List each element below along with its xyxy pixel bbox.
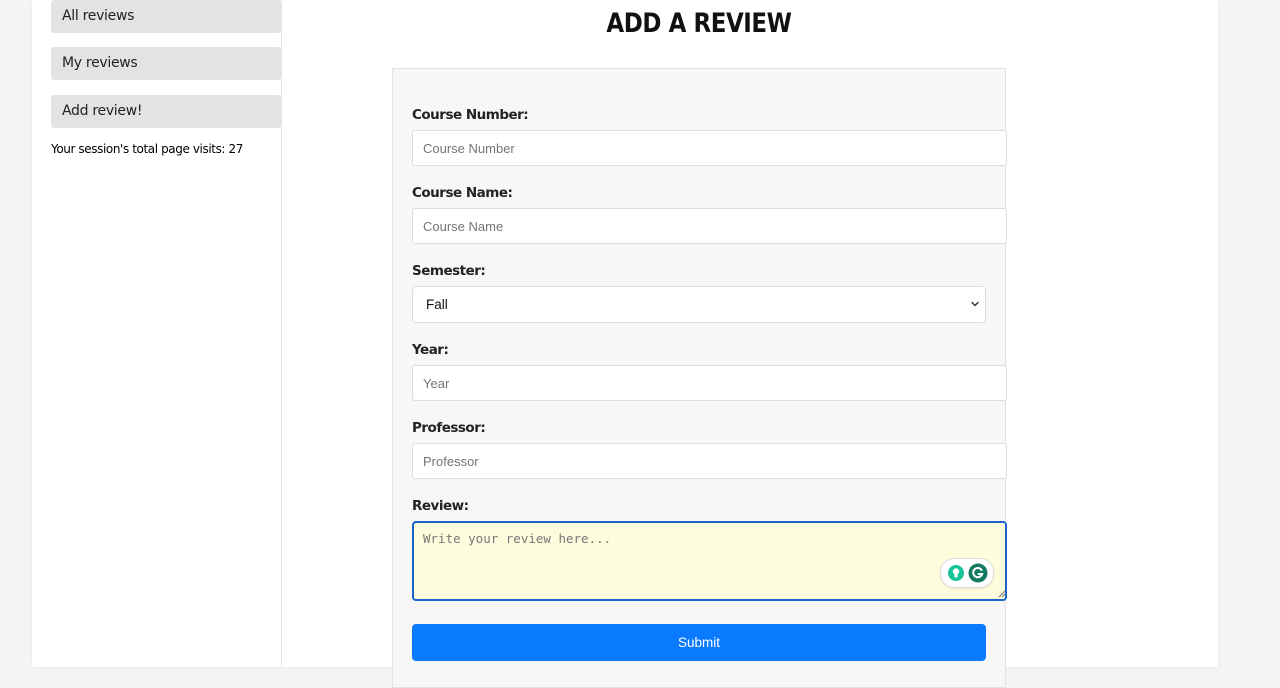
chevron-down-icon (971, 301, 979, 307)
page-title: ADD A REVIEW (606, 8, 792, 39)
year-label: Year: (412, 342, 449, 358)
year-input[interactable] (412, 365, 1007, 401)
review-label: Review: (412, 498, 469, 514)
grammarly-icon[interactable] (968, 563, 988, 583)
course-name-label: Course Name: (412, 185, 513, 201)
submit-button[interactable]: Submit (412, 624, 986, 661)
semester-label: Semester: (412, 263, 486, 279)
course-number-label: Course Number: (412, 107, 529, 123)
semester-select[interactable]: Fall (412, 286, 986, 323)
resize-handle-icon[interactable] (998, 590, 1006, 598)
professor-label: Professor: (412, 420, 486, 436)
semester-selected-value: Fall (426, 297, 448, 312)
sidebar-item-my-reviews[interactable]: My reviews (51, 47, 281, 80)
professor-input[interactable] (412, 443, 1007, 479)
course-number-input[interactable] (412, 130, 1007, 166)
course-name-input[interactable] (412, 208, 1007, 244)
session-visits-text: Your session's total page visits: 27 (51, 142, 243, 156)
review-textarea[interactable] (412, 521, 1007, 601)
sidebar-item-all-reviews[interactable]: All reviews (51, 0, 281, 33)
sidebar-item-add-review[interactable]: Add review! (51, 95, 281, 128)
lightbulb-icon[interactable] (947, 564, 965, 582)
grammarly-widget[interactable] (940, 558, 994, 588)
sidebar: All reviews My reviews Add review! Your … (32, 0, 282, 667)
